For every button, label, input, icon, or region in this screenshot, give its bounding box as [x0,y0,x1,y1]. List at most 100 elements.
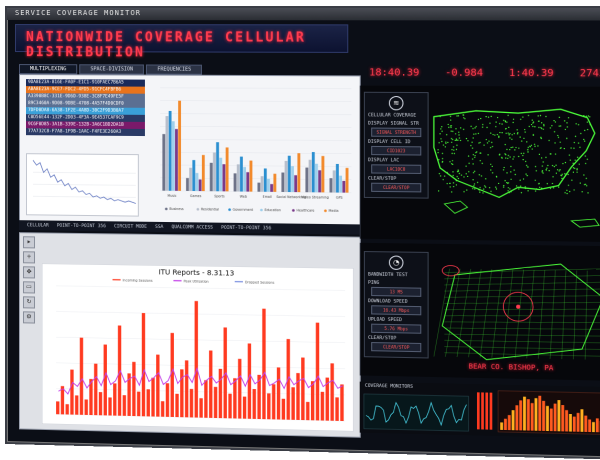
coverage-dot [580,183,581,184]
coverage-dot [450,125,451,126]
report-bar [340,384,343,421]
pointer-tool-icon[interactable]: ▸ [23,236,35,248]
coverage-dot [573,148,574,149]
lac-button[interactable]: LAC10C0 [371,164,421,174]
coverage-dot [440,175,441,176]
bar [162,134,165,191]
report-legend-label: Dropped Sessions [245,280,275,285]
coverage-dot [450,186,451,187]
stage: SERVICE COVERAGE MONITOR X NATIONWIDE CO… [0,0,600,450]
equalizer-bar [531,403,534,431]
coverage-dot [521,140,522,141]
cell-label-cellid: DISPLAY CELL ID [368,140,428,146]
equalizer-bar [580,409,583,432]
coverage-dot [501,157,502,158]
road-line [492,269,503,358]
rotate-tool-icon[interactable]: ↻ [23,296,35,308]
coverage-dot [477,182,478,183]
link-circuit-mode[interactable]: CIRCUIT MODE [114,224,147,229]
bar-chart: MusicGamesSportsWebEmailSocial Networkin… [148,82,356,220]
link-ssa[interactable]: SSA [155,224,163,229]
coverage-dot [445,143,446,144]
coverage-dot [485,178,486,179]
analytics-panel: 9DA8E23A-816E-FA0F-E1C1-910FAEC7B6A5ABA8… [19,74,361,225]
coverage-dot [537,145,538,146]
equalizer-bar [546,406,549,431]
coverage-dot [542,172,543,173]
coverage-dot [476,126,477,127]
coverage-monitor-label: COVERAGE MONITORS [365,384,413,390]
cellular-control: ≋ CELLULAR COVERAGE DISPLAY SIGNAL STR S… [364,92,429,199]
download-value[interactable]: 16.43 Mbps [371,305,421,315]
upload-value[interactable]: 5.76 Mbps [371,324,421,334]
coverage-dot [456,140,457,141]
road-line [550,270,555,359]
coverage-dot [451,191,452,192]
coverage-dot [483,145,484,146]
zoom-tool-icon[interactable]: + [23,251,35,263]
ping-value[interactable]: 13 MS [371,287,421,297]
coverage-dot [542,170,543,171]
coverage-dot [474,188,475,189]
equalizer-bar [508,415,511,430]
settings-tool-icon[interactable]: ⚙ [23,311,35,323]
bw-label-clear: CLEAR/STOP [368,336,428,342]
cell-clear-button[interactable]: CLEAR/STOP [371,183,421,193]
coverage-dot [518,188,519,189]
cell-id-button[interactable]: CID1023 [371,146,421,156]
coverage-dot [440,138,441,139]
mini-line-chart [26,153,139,216]
link-point-to-point[interactable]: POINT-TO-POINT 356 [57,223,106,229]
coverage-dot [535,190,536,191]
road-line [444,340,600,343]
id-list-item[interactable]: 77A732C8-F7A8-1F9B-1AAC-F4FE3E260A3 [26,128,145,136]
coverage-dot [438,190,439,191]
link-cellular[interactable]: CELLULAR [27,223,49,228]
bw-clear-button[interactable]: CLEAR/STOP [371,342,421,352]
coverage-dot [527,149,528,150]
coverage-dot [522,116,523,117]
signal-strength-button[interactable]: SIGNAL STRENGTH [371,128,421,138]
coverage-dot [473,163,474,164]
bar [166,116,169,191]
coverage-dot [510,166,511,167]
coverage-dot [557,135,558,136]
coverage-dot [441,141,442,142]
equalizer-bar [512,410,515,430]
report-bar [75,395,78,414]
link-point-to-point-2[interactable]: POINT-TO-POINT 356 [221,225,271,231]
coverage-dot [458,132,459,133]
bar [315,164,318,193]
coverage-dot [586,178,587,179]
coverage-dot [559,126,560,127]
mini-gridline [33,196,136,197]
coverage-dot [468,155,469,156]
tab-multiplexing[interactable]: MULTIPLEXING [19,64,77,74]
road-line [457,269,471,358]
coverage-dot [442,153,443,154]
link-qualcomm[interactable]: QUALCOMM ACCESS [171,225,212,231]
select-tool-icon[interactable]: ▭ [23,281,35,293]
coverage-dot [542,165,543,166]
tab-space-division[interactable]: SPACE-DIVISION [79,64,144,74]
coverage-dot [514,133,515,134]
coverage-dot [498,136,499,137]
coverage-dot [546,169,547,170]
coverage-dot [452,131,453,132]
coverage-dot [573,172,574,173]
equalizer-bar [550,409,553,432]
coverage-dot [518,156,519,157]
coverage-dot [474,183,475,184]
coverage-dot [534,126,535,127]
bar [237,164,240,191]
coverage-dot [485,116,486,117]
coverage-dot [534,146,535,147]
coverage-dot [504,180,505,181]
coverage-dot [559,117,560,118]
coverage-dot [456,184,457,185]
coverage-dot [567,126,568,127]
pan-tool-icon[interactable]: ✥ [23,266,35,278]
tab-frequencies[interactable]: FREQUENCIES [146,64,202,74]
coverage-dot [456,149,457,150]
coverage-dot [459,137,460,138]
